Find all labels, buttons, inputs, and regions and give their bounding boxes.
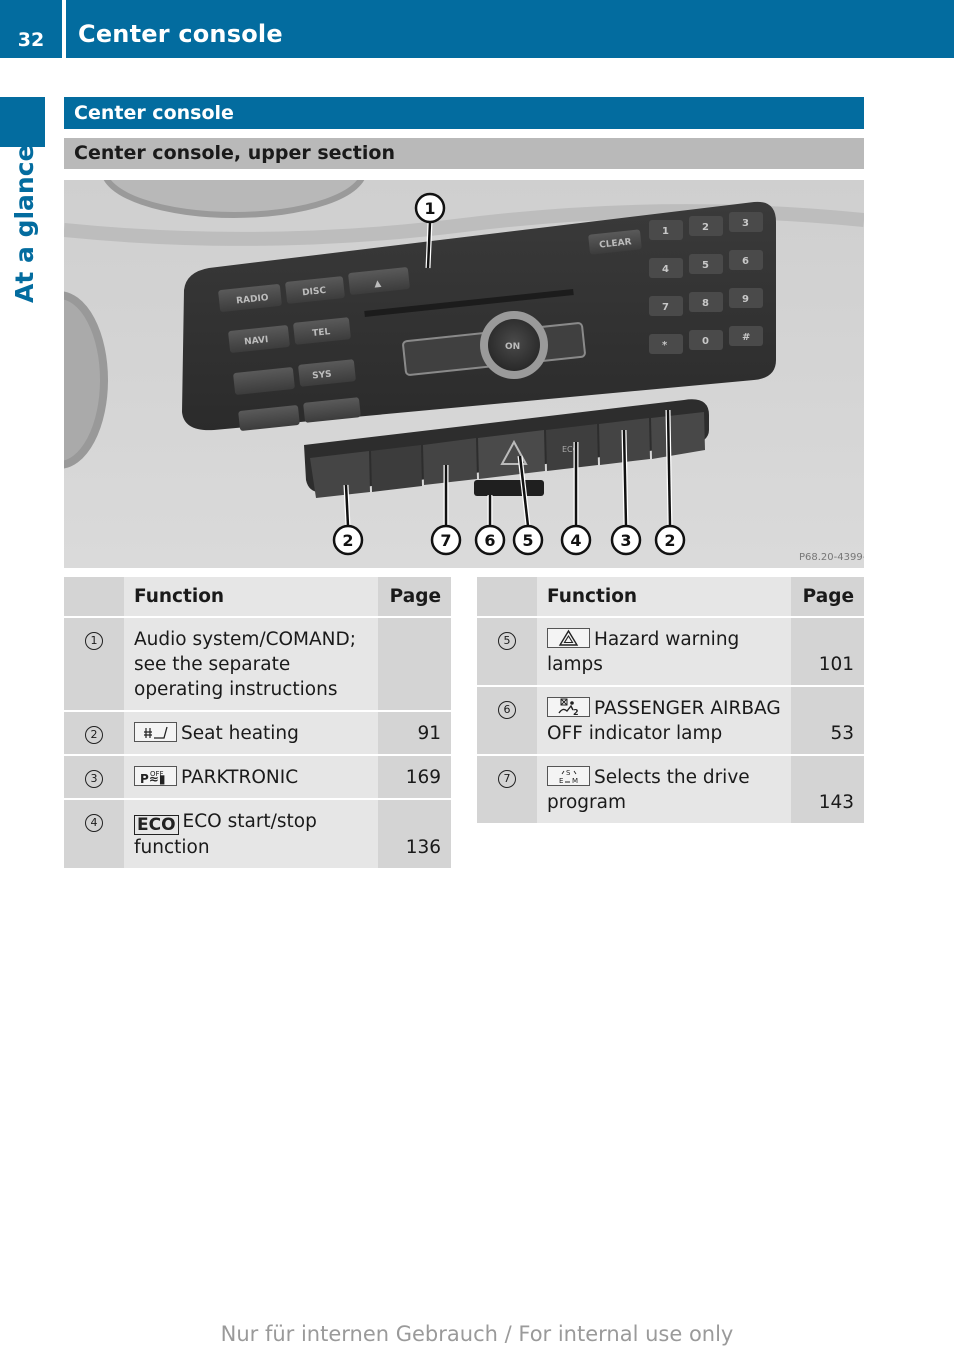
keypad-key: 9 (729, 288, 763, 308)
page-number: 32 (17, 29, 45, 51)
drive-program-icon: SE M (547, 766, 590, 786)
function-table-right: Function Page 5 Hazard warning lamps 101… (477, 577, 864, 825)
svg-text:6: 6 (742, 256, 749, 267)
header-page: Page (791, 577, 864, 618)
svg-text:0: 0 (702, 336, 709, 347)
svg-text:7: 7 (440, 531, 451, 550)
svg-text:2: 2 (664, 531, 675, 550)
section-title: Center console (64, 97, 864, 129)
svg-text:2: 2 (702, 222, 709, 233)
keypad-key: 4 (649, 258, 683, 278)
header-divider (62, 0, 66, 58)
header-function: Function (124, 577, 378, 618)
callout-number: 4 (85, 814, 103, 832)
airbag-indicator-lamp (474, 480, 544, 496)
callout-number: 3 (85, 770, 103, 788)
blank-switch (371, 445, 422, 492)
svg-text:1: 1 (662, 226, 669, 237)
table-header-row: Function Page (64, 577, 451, 618)
svg-text:6: 6 (484, 531, 495, 550)
function-text: Audio system/COMAND; see the separate op… (134, 629, 356, 700)
svg-text:5: 5 (522, 531, 533, 550)
keypad-key: 5 (689, 254, 723, 274)
keypad-key: 7 (649, 296, 683, 316)
page-ref: 91 (417, 723, 441, 744)
table-row: 1 Audio system/COMAND; see the separate … (64, 617, 451, 712)
page-ref: 53 (830, 723, 854, 744)
page-ref: 143 (818, 792, 854, 813)
center-console-figure: RADIO DISC ▲ NAVI TEL SYS ON CLEAR 1 2 3… (64, 180, 864, 568)
table-row: 6 2 PASSENGER AIRBAG OFF indicator lamp … (477, 686, 864, 756)
keypad-key: 3 (729, 212, 763, 232)
svg-text:#: # (742, 332, 750, 343)
passenger-airbag-off-icon: 2 (547, 697, 590, 717)
callout-number: 7 (498, 770, 516, 788)
internal-use-notice: Nur für internen Gebrauch / For internal… (220, 1322, 734, 1346)
table-row: 5 Hazard warning lamps 101 (477, 617, 864, 687)
svg-text:8: 8 (702, 298, 709, 309)
svg-text:4: 4 (662, 264, 669, 275)
keypad-key: * (649, 334, 683, 354)
keypad-key: 0 (689, 330, 723, 350)
knob-on-label: ON (505, 342, 520, 352)
parktronic-icon: OFF P≈▮ (134, 766, 177, 786)
header-function: Function (537, 577, 791, 618)
page-ref: 169 (405, 767, 441, 788)
svg-text:3: 3 (620, 531, 631, 550)
seat-heating-icon (134, 722, 177, 742)
keypad-key: # (729, 326, 763, 346)
function-text: PARKTRONIC (181, 767, 299, 788)
svg-text:2: 2 (573, 708, 579, 716)
drive-program-switch (423, 438, 477, 485)
page-header-bar: 32 Center console (0, 0, 954, 58)
svg-text:3: 3 (742, 218, 749, 229)
svg-text:▲: ▲ (374, 279, 382, 290)
callout-number: 1 (85, 632, 103, 650)
seat-heating-switch-left (310, 451, 370, 498)
table-row: 2 Seat heating 91 (64, 711, 451, 756)
table-row: 7 SEM Selects the drive program 143 (477, 755, 864, 825)
header-number (64, 577, 124, 618)
table-header-row: Function Page (477, 577, 864, 618)
keypad-key: 2 (689, 216, 723, 236)
section-subtitle: Center console, upper section (64, 138, 864, 169)
eco-icon: ECO (134, 815, 179, 835)
svg-text:5: 5 (702, 260, 709, 271)
parktronic-icon-glyph: P≈▮ (140, 772, 166, 786)
header-page: Page (378, 577, 451, 618)
hazard-switch (478, 430, 545, 479)
table-row: 3 OFF P≈▮ PARKTRONIC 169 (64, 755, 451, 800)
svg-text:SYS: SYS (312, 370, 332, 382)
svg-text:S: S (566, 769, 571, 777)
table-row: 4 ECO ECO start/stop function 136 (64, 799, 451, 870)
callout-number: 2 (85, 726, 103, 744)
function-table-left: Function Page 1 Audio system/COMAND; see… (64, 577, 451, 870)
chapter-title: Center console (78, 20, 283, 48)
svg-text:E: E (559, 777, 563, 785)
svg-text:7: 7 (662, 302, 669, 313)
side-tab-label: At a glance (10, 144, 39, 303)
keypad-key: 1 (649, 220, 683, 240)
svg-text:2: 2 (342, 531, 353, 550)
svg-text:M: M (572, 777, 578, 785)
svg-text:9: 9 (742, 294, 749, 305)
callout-number: 5 (498, 632, 516, 650)
keypad-key: 6 (729, 250, 763, 270)
svg-text:TEL: TEL (312, 327, 331, 339)
page-ref: 101 (818, 654, 854, 675)
svg-text:4: 4 (570, 531, 581, 550)
callout-number: 6 (498, 701, 516, 719)
console-illustration: RADIO DISC ▲ NAVI TEL SYS ON CLEAR 1 2 3… (64, 180, 864, 568)
function-text: Seat heating (181, 723, 299, 744)
header-number (477, 577, 537, 618)
side-tab-marker (0, 97, 45, 147)
keypad-key: 8 (689, 292, 723, 312)
page-ref: 136 (405, 837, 441, 858)
figure-code: P68.20-4399-31 (799, 552, 864, 563)
svg-text:*: * (662, 340, 668, 351)
hazard-warning-icon (547, 628, 590, 648)
svg-text:1: 1 (424, 199, 435, 218)
